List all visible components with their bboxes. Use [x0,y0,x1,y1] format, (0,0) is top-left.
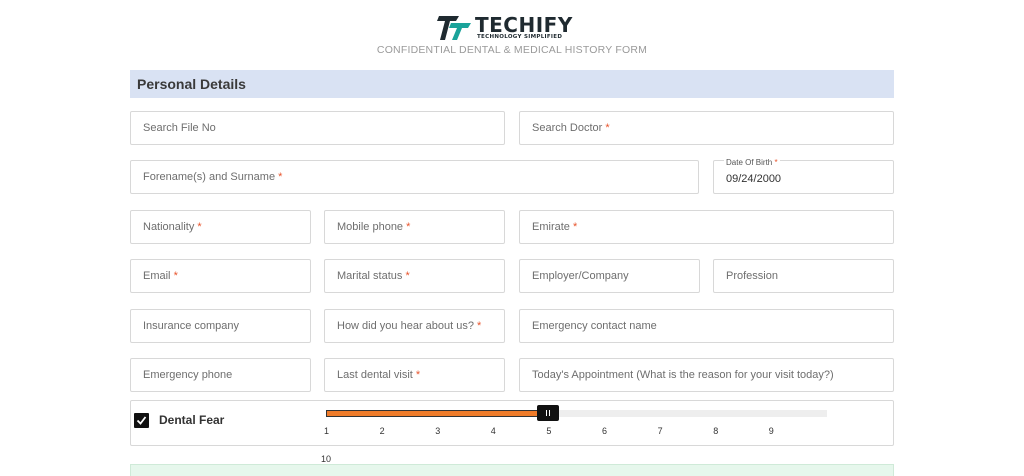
slider-tick-label: 6 [602,426,608,436]
slider-tick-label: 1 [324,426,330,436]
search-doctor-placeholder: Search Doctor * [532,122,610,134]
email-placeholder: Email * [143,270,178,282]
section-title: Personal Details [137,76,246,92]
search-file-no-placeholder: Search File No [143,122,216,134]
dental-fear-checkbox[interactable] [134,413,149,428]
profession-placeholder: Profession [726,270,778,282]
nationality-placeholder: Nationality * [143,221,202,233]
insurance-company-input[interactable]: Insurance company [130,309,311,343]
marital-status-placeholder: Marital status * [337,270,410,282]
next-section-header [130,464,894,476]
tt-logo-icon [437,16,471,40]
section-header-personal-details: Personal Details [130,70,894,98]
slider-tick-label: 9 [768,426,774,436]
slider-fill [326,410,549,417]
slider-tick-label: 2 [379,426,385,436]
emergency-phone-placeholder: Emergency phone [143,369,233,381]
emergency-contact-name-input[interactable]: Emergency contact name [519,309,894,343]
grip-line [546,410,548,416]
referral-source-select[interactable]: How did you hear about us? * [324,309,505,343]
slider-tick-label: 3 [435,426,441,436]
date-of-birth-label: Date Of Birth * [724,158,780,167]
dental-fear-label: Dental Fear [159,413,225,427]
employer-placeholder: Employer/Company [532,270,629,282]
slider-tick-label: 8 [713,426,719,436]
last-dental-visit-placeholder: Last dental visit * [337,369,421,381]
slider-tick-label: 4 [490,426,496,436]
search-doctor-input[interactable]: Search Doctor * [519,111,894,145]
brand-header: TECHIFY TECHNOLOGY SIMPLIFIED CONFIDENTI… [0,10,1024,58]
brand-tagline: TECHNOLOGY SIMPLIFIED [477,34,563,40]
email-input[interactable]: Email * [130,259,311,293]
mobile-phone-placeholder: Mobile phone * [337,221,411,233]
referral-source-placeholder: How did you hear about us? * [337,320,482,332]
date-of-birth-value: 09/24/2000 [726,173,782,185]
emirate-placeholder: Emirate * [532,221,578,233]
employer-input[interactable]: Employer/Company [519,259,700,293]
date-of-birth-input[interactable]: Date Of Birth * 09/24/2000 [713,158,894,194]
form-title: CONFIDENTIAL DENTAL & MEDICAL HISTORY FO… [376,44,648,56]
grip-line [549,410,551,416]
mobile-phone-input[interactable]: Mobile phone * [324,210,505,244]
nationality-select[interactable]: Nationality * [130,210,311,244]
emergency-contact-name-placeholder: Emergency contact name [532,320,657,332]
slider-handle[interactable] [537,405,560,421]
search-file-no-input[interactable]: Search File No [130,111,505,145]
dental-fear-slider[interactable] [326,410,827,417]
emergency-phone-input[interactable]: Emergency phone [130,358,311,392]
brand-name: TECHIFY [475,13,573,37]
full-name-placeholder: Forename(s) and Surname * [143,171,283,183]
insurance-company-placeholder: Insurance company [143,320,239,332]
logo: TECHIFY TECHNOLOGY SIMPLIFIED [437,14,587,44]
profession-input[interactable]: Profession [713,259,894,293]
full-name-input[interactable]: Forename(s) and Surname * [130,160,699,194]
marital-status-select[interactable]: Marital status * [324,259,505,293]
appointment-reason-placeholder: Today's Appointment (What is the reason … [532,369,834,381]
appointment-reason-input[interactable]: Today's Appointment (What is the reason … [519,358,894,392]
dental-fear-row: Dental Fear [130,400,894,446]
checkmark-icon [136,416,147,425]
slider-tick-label: 5 [546,426,552,436]
emirate-select[interactable]: Emirate * [519,210,894,244]
last-dental-visit-input[interactable]: Last dental visit * [324,358,505,392]
slider-tick-label: 7 [657,426,663,436]
slider-tick-label: 10 [321,454,332,464]
